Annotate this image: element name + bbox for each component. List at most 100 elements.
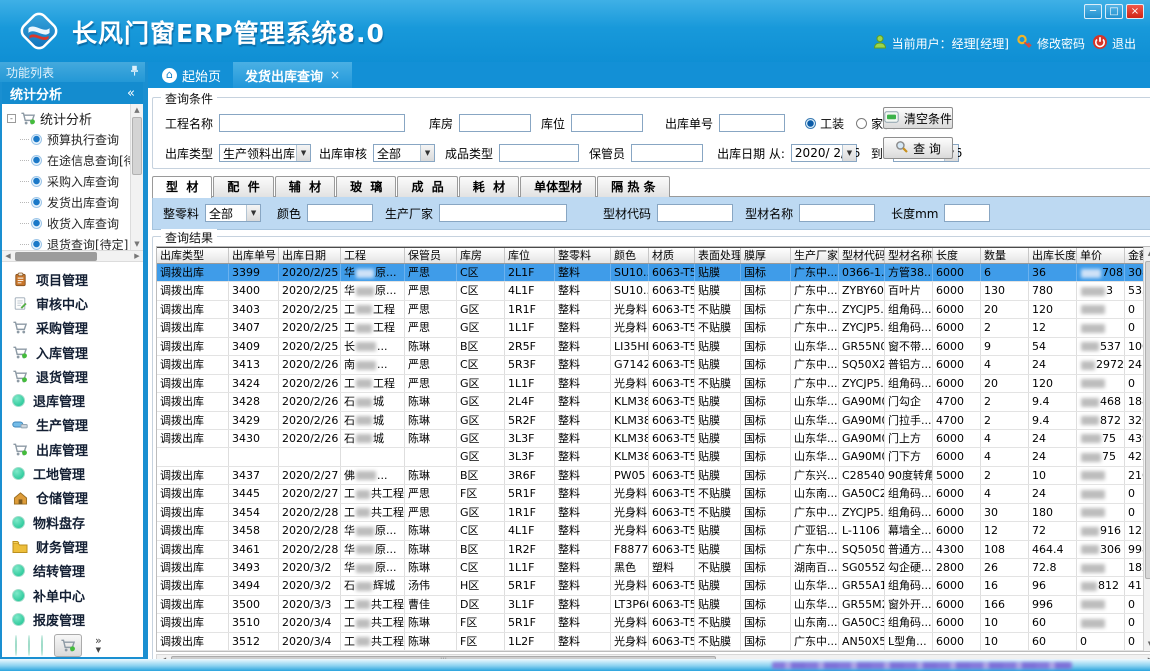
material-tab[interactable]: 单体型材 [520,176,596,197]
profile-name-input[interactable] [799,204,875,222]
sidebar-menu-item[interactable]: 结转管理 [2,559,143,583]
material-tab[interactable]: 成 品 [397,176,457,197]
table-row[interactable]: 调拨出库34372020/2/27佛...陈琳B区3R6F整料PW056063-… [157,467,1150,485]
search-button[interactable]: 查 询 [883,137,953,159]
scroll-down-icon[interactable]: ▼ [1144,638,1150,651]
logout-button[interactable]: 退出 [1092,34,1136,53]
tree-item[interactable]: 发货出库查询 [7,192,130,213]
tree-item[interactable]: 退货查询[待定] [7,234,130,250]
toolbar-dot-icon[interactable] [41,636,43,655]
date-from-picker[interactable]: 2020/ 2/16▼ [791,144,857,162]
table-row[interactable]: 调拨出库34282020/2/26石城陈琳G区2L4F整料KLM38176063… [157,393,1150,411]
radio-selected-option[interactable]: 工装 [805,115,844,132]
column-header[interactable]: 出库单号 [229,248,279,263]
outbound-type-select[interactable]: 生产领料出库▼ [219,144,311,162]
table-row[interactable]: 调拨出库34132020/2/26南...严思C区5R3F整料G71422606… [157,356,1150,374]
table-row[interactable]: 调拨出库34612020/2/28华原...陈琳B区1R2F整料F8877FT6… [157,541,1150,559]
column-header[interactable]: 材质 [649,248,695,263]
sidebar-menu-item[interactable]: 生产管理 [2,413,143,437]
sidebar-menu-item[interactable]: 物料盘存 [2,510,143,534]
column-header[interactable]: 长度 [933,248,981,263]
change-password-button[interactable]: 修改密码 [1016,34,1085,53]
table-row[interactable]: 调拨出库35122020/3/4工共工程陈琳F区1L2F整料光身料6063-T5… [157,633,1150,651]
table-row[interactable]: 调拨出库34242020/2/26工工程严思G区1L1F整料光身料6063-T5… [157,375,1150,393]
product-type-input[interactable] [499,144,579,162]
tree-item[interactable]: 预算执行查询 [7,129,130,150]
table-row[interactable]: 调拨出库34072020/2/25工工程严思G区1L1F整料光身料6063-T5… [157,319,1150,337]
sidebar-menu-item[interactable]: 工地管理 [2,461,143,485]
pin-icon[interactable] [130,65,139,79]
sidebar-menu-item[interactable]: 入库管理 [2,340,143,364]
column-header[interactable]: 单价 [1077,248,1125,263]
sidebar-menu-item[interactable]: 出库管理 [2,437,143,461]
tree-item[interactable]: 采购入库查询 [7,171,130,192]
scroll-up-icon[interactable]: ▲ [1144,247,1150,260]
scroll-thumb[interactable] [1145,261,1150,579]
table-row[interactable]: 调拨出库35002020/3/3工共工程曹佳D区3L1F整料LT3P606063… [157,596,1150,614]
sidebar-menu-item[interactable]: 仓储管理 [2,486,143,510]
sidebar-menu-item[interactable]: 退库管理 [2,388,143,412]
scroll-left-icon[interactable]: ◀ [2,251,14,262]
table-row[interactable]: 调拨出库34092020/2/25长...陈琳B区2R5F整料LI35HD606… [157,338,1150,356]
close-button[interactable]: × [1126,4,1144,19]
column-header[interactable]: 膜厚 [741,248,791,263]
tab-home[interactable]: ⌂ 起始页 [150,62,233,88]
column-header[interactable]: 型材代码 [839,248,885,263]
sidebar-menu-item[interactable]: 报废管理 [2,607,143,631]
sidebar-menu-item[interactable]: 项目管理 [2,267,143,291]
scroll-thumb[interactable] [132,117,142,175]
project-name-input[interactable] [219,114,405,132]
column-header[interactable]: 保管员 [405,248,457,263]
collapse-icon[interactable]: « [127,86,135,101]
tab-close-icon[interactable]: × [330,68,340,82]
column-header[interactable]: 颜色 [611,248,649,263]
table-row[interactable]: 调拨出库34032020/2/25工工程严思G区1R1F整料光身料6063-T5… [157,301,1150,319]
column-header[interactable]: 整零料 [555,248,611,263]
manufacturer-input[interactable] [439,204,567,222]
table-row[interactable]: G区3L3F整料KLM38176063-T5贴膜国标山东华...GA90M09.… [157,448,1150,466]
tab-shipment-outbound-query[interactable]: 发货出库查询 × [233,62,352,88]
color-input[interactable] [307,204,373,222]
material-tab[interactable]: 辅 材 [275,176,335,197]
sidebar-section-statistics[interactable]: 统计分析 « [2,82,143,104]
table-row[interactable]: 调拨出库35102020/3/4工共工程陈琳F区5R1F整料光身料6063-T5… [157,614,1150,632]
column-header[interactable]: 库房 [457,248,505,263]
order-no-input[interactable] [719,114,785,132]
table-row[interactable]: 调拨出库34942020/3/2石辉城汤伟H区5R1F整料光身料6063-T5贴… [157,577,1150,595]
minimize-button[interactable]: ─ [1084,4,1102,19]
location-input[interactable] [571,114,643,132]
column-header[interactable]: 表面处理 [695,248,741,263]
grid-vertical-scrollbar[interactable]: ▲ ▼ [1143,247,1150,651]
material-tab[interactable]: 玻 璃 [336,176,396,197]
tree-item[interactable]: 收货入库查询 [7,213,130,234]
material-tab[interactable]: 耗 材 [459,176,519,197]
scroll-down-icon[interactable]: ▼ [131,238,143,250]
table-row[interactable]: 调拨出库34302020/2/26石城陈琳G区3L3F整料KLM38176063… [157,430,1150,448]
table-row[interactable]: 调拨出库33992020/2/25华原...严思C区2L1F整料SU10...6… [157,264,1150,282]
column-header[interactable]: 出库类型 [157,248,229,263]
column-header[interactable]: 生产厂家 [791,248,839,263]
cart-toolbar-button[interactable] [54,634,82,657]
sidebar-menu-item[interactable]: 退货管理 [2,364,143,388]
tree-root-item[interactable]: -统计分析 [7,107,130,129]
keeper-input[interactable] [631,144,703,162]
sidebar-menu-item[interactable]: 补单中心 [2,583,143,607]
column-header[interactable]: 出库长度 [1029,248,1077,263]
maximize-button[interactable]: □ [1105,4,1123,19]
material-tab[interactable]: 隔 热 条 [597,176,669,197]
column-header[interactable]: 库位 [505,248,555,263]
table-row[interactable]: 调拨出库34582020/2/28华原...陈琳C区4L1F整料光身料6063-… [157,522,1150,540]
toolbar-more-button[interactable]: »▼ [95,637,102,654]
warehouse-input[interactable] [459,114,531,132]
tree-item[interactable]: 在途信息查询[待 [7,150,130,171]
column-header[interactable]: 工程 [341,248,405,263]
column-header[interactable]: 型材名称 [885,248,933,263]
tree-horizontal-scrollbar[interactable]: ◀ ▶ [2,250,143,262]
material-tab[interactable]: 配 件 [213,176,273,197]
toolbar-dot-icon[interactable] [28,636,30,655]
table-row[interactable]: 调拨出库34292020/2/26石城陈琳G区5R2F整料KLM38176063… [157,412,1150,430]
tree-expander-icon[interactable]: - [7,114,16,123]
scroll-thumb[interactable] [15,252,97,261]
scroll-up-icon[interactable]: ▲ [131,104,143,116]
table-row[interactable]: 调拨出库34932020/3/2华原...陈琳C区1L1F整料黑色塑料不贴膜国标… [157,559,1150,577]
